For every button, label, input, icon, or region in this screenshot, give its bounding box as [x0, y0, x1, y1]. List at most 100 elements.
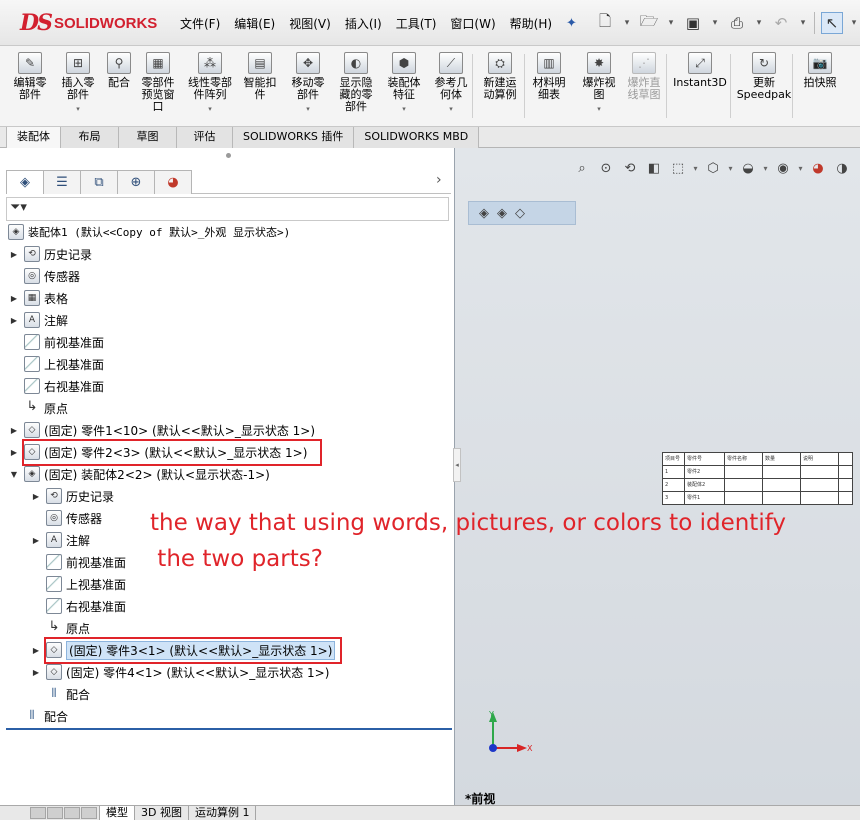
dynamic-annotation-icon[interactable]: ⬚	[667, 158, 689, 180]
breadcrumb-part-icon[interactable]: ◇	[515, 206, 525, 221]
command-button-2[interactable]: ⚲ 配合	[104, 52, 134, 89]
apply-scene-icon[interactable]: ◑	[831, 158, 853, 180]
display-style-icon[interactable]: ◒	[737, 158, 759, 180]
bom-table[interactable]: 项目号 零件号 零件名称 数量 说明 1 零件2 2 装配体2 3 零件1	[662, 452, 853, 505]
command-button-12[interactable]: ✸ 爆炸视 图 ▾	[578, 52, 620, 115]
tree-node[interactable]: ⫴ 配合	[30, 684, 90, 704]
select-dropdown-icon[interactable]: ▾	[849, 12, 859, 34]
command-button-0[interactable]: ✎ 编辑零 部件	[8, 52, 52, 101]
tree-node[interactable]: ↳ 原点	[8, 398, 68, 418]
open-dropdown-icon[interactable]: ▾	[666, 12, 676, 34]
menu-file[interactable]: 文件(F)	[180, 15, 220, 32]
next-tab-button[interactable]	[64, 807, 80, 819]
tree-node[interactable]: ▶ ⟲ 历史记录	[30, 486, 114, 506]
chevron-right-icon[interactable]: ›	[436, 172, 442, 188]
tree-node[interactable]: ◎ 传感器	[8, 266, 80, 286]
panel-splitter-handle[interactable]	[226, 153, 231, 158]
expand-arrow-icon[interactable]: ▶	[8, 316, 20, 325]
tab-layout[interactable]: 布局	[61, 127, 119, 148]
hide-show-items-icon[interactable]: ◉	[772, 158, 794, 180]
breadcrumb-assembly-icon[interactable]: ◈	[479, 206, 489, 221]
save-icon[interactable]: ▣	[682, 12, 704, 34]
menu-tools[interactable]: 工具(T)	[396, 15, 437, 32]
menu-view[interactable]: 视图(V)	[289, 15, 331, 32]
tree-node[interactable]: ⫴ 配合	[8, 706, 68, 726]
tree-node[interactable]: ▶ A 注解	[8, 310, 68, 330]
expand-arrow-icon[interactable]: ▶	[8, 426, 20, 435]
tree-node[interactable]: 前视基准面	[30, 552, 126, 572]
tree-node[interactable]: ▶ ◇ (固定) 零件4<1> (默认<<默认>_显示状态 1>)	[30, 662, 329, 682]
tree-node[interactable]: ▶ A 注解	[30, 530, 90, 550]
menu-edit[interactable]: 编辑(E)	[234, 15, 275, 32]
tree-node[interactable]: ◎ 传感器	[30, 508, 102, 528]
open-folder-icon[interactable]: 🗁	[638, 12, 660, 34]
command-button-10[interactable]: ⛭ 新建运 动算例	[478, 52, 522, 101]
undo-dropdown-icon[interactable]: ▾	[798, 12, 808, 34]
tree-node[interactable]: 前视基准面	[8, 332, 104, 352]
tree-node[interactable]: ▶ ⟲ 历史记录	[8, 244, 92, 264]
menu-insert[interactable]: 插入(I)	[345, 15, 382, 32]
chevron-down-icon[interactable]: ▾	[761, 158, 770, 180]
expand-arrow-icon[interactable]: ▶	[30, 668, 42, 677]
first-tab-button[interactable]	[30, 807, 46, 819]
zoom-to-fit-icon[interactable]: ⌕	[571, 158, 593, 180]
tab-solidworks-addins[interactable]: SOLIDWORKS 插件	[233, 127, 355, 148]
select-pointer-icon[interactable]: ↖	[821, 12, 843, 34]
save-dropdown-icon[interactable]: ▾	[710, 12, 720, 34]
expand-arrow-icon[interactable]: ▶	[8, 448, 20, 457]
command-button-11[interactable]: ▥ 材料明 细表	[529, 52, 569, 101]
tree-node[interactable]: 上视基准面	[30, 574, 126, 594]
tab-motion-study-1[interactable]: 运动算例 1	[187, 806, 257, 820]
chevron-down-icon[interactable]: ▾	[691, 158, 700, 180]
display-manager-icon[interactable]: ◕	[154, 170, 192, 194]
tree-node[interactable]: 右视基准面	[8, 376, 104, 396]
chevron-down-icon[interactable]: ▾	[726, 158, 735, 180]
print-icon[interactable]: ⎙	[726, 12, 748, 34]
section-view-icon[interactable]: ◧	[643, 158, 665, 180]
configuration-manager-icon[interactable]: ⧉	[80, 170, 118, 194]
command-button-14[interactable]: ⤢ Instant3D	[672, 52, 728, 89]
prev-tab-button[interactable]	[47, 807, 63, 819]
last-tab-button[interactable]	[81, 807, 97, 819]
graphics-area[interactable]: ◂ ⌕ ⊙ ⟲ ◧ ⬚ ▾ ⬡ ▾ ◒ ▾ ◉ ▾ ◕ ◑ ◈ ◈ ◇ 项目号零…	[453, 148, 860, 806]
new-document-icon[interactable]: 🗋	[594, 12, 616, 34]
command-button-7[interactable]: ◐ 显示隐 藏的零 部件	[334, 52, 378, 113]
tree-node[interactable]: 上视基准面	[8, 354, 104, 374]
command-button-5[interactable]: ▤ 智能扣 件	[241, 52, 279, 101]
previous-view-icon[interactable]: ⟲	[619, 158, 641, 180]
command-button-15[interactable]: ↻ 更新 Speedpak	[736, 52, 792, 101]
command-button-13[interactable]: ⋰ 爆炸直 线草图	[624, 52, 664, 101]
chevron-down-icon[interactable]: ▾	[796, 158, 805, 180]
chevron-down-icon[interactable]: ▾	[184, 103, 236, 115]
expand-arrow-icon[interactable]: ▶	[30, 536, 42, 545]
featuremanager-tree-icon[interactable]: ◈	[6, 170, 44, 194]
chevron-down-icon[interactable]: ▾	[430, 103, 472, 115]
expand-arrow-icon[interactable]: ▶	[8, 294, 20, 303]
expand-arrow-icon[interactable]: ▶	[30, 646, 42, 655]
breadcrumb-subassembly-icon[interactable]: ◈	[497, 206, 507, 221]
command-button-16[interactable]: 📷 拍快照	[800, 52, 840, 89]
tree-node[interactable]: ▶ ▦ 表格	[8, 288, 68, 308]
tab-sketch[interactable]: 草图	[119, 127, 177, 148]
chevron-down-icon[interactable]: ▾	[578, 103, 620, 115]
command-button-3[interactable]: ▦ 零部件 预览窗 口	[136, 52, 180, 113]
tree-filter-input[interactable]: ⏷▾	[6, 197, 449, 221]
menu-help[interactable]: 帮助(H)	[510, 15, 552, 32]
view-orientation-icon[interactable]: ⬡	[702, 158, 724, 180]
tree-node[interactable]: ▼ ◈ (固定) 装配体2<2> (默认<显示状态-1>)	[8, 464, 270, 484]
tree-node[interactable]: 右视基准面	[30, 596, 126, 616]
tab-assembly[interactable]: 装配体	[6, 127, 61, 148]
command-button-1[interactable]: ⊞ 插入零 部件 ▾	[56, 52, 100, 115]
chevron-down-icon[interactable]: ▾	[286, 103, 330, 115]
expand-arrow-icon[interactable]: ▶	[8, 250, 20, 259]
collapse-arrow-icon[interactable]: ▼	[8, 470, 20, 479]
breadcrumb[interactable]: ◈ ◈ ◇	[468, 201, 576, 225]
collapse-panel-handle[interactable]: ◂	[453, 448, 461, 482]
undo-icon[interactable]: ↶	[770, 12, 792, 34]
chevron-down-icon[interactable]: ▾	[56, 103, 100, 115]
zoom-to-area-icon[interactable]: ⊙	[595, 158, 617, 180]
tab-model[interactable]: 模型	[99, 806, 135, 820]
tab-solidworks-mbd[interactable]: SOLIDWORKS MBD	[354, 127, 480, 148]
tree-node[interactable]: ◈ 装配体1 (默认<<Copy of 默认>_外观 显示状态>)	[4, 222, 290, 242]
menu-window[interactable]: 窗口(W)	[450, 15, 495, 32]
